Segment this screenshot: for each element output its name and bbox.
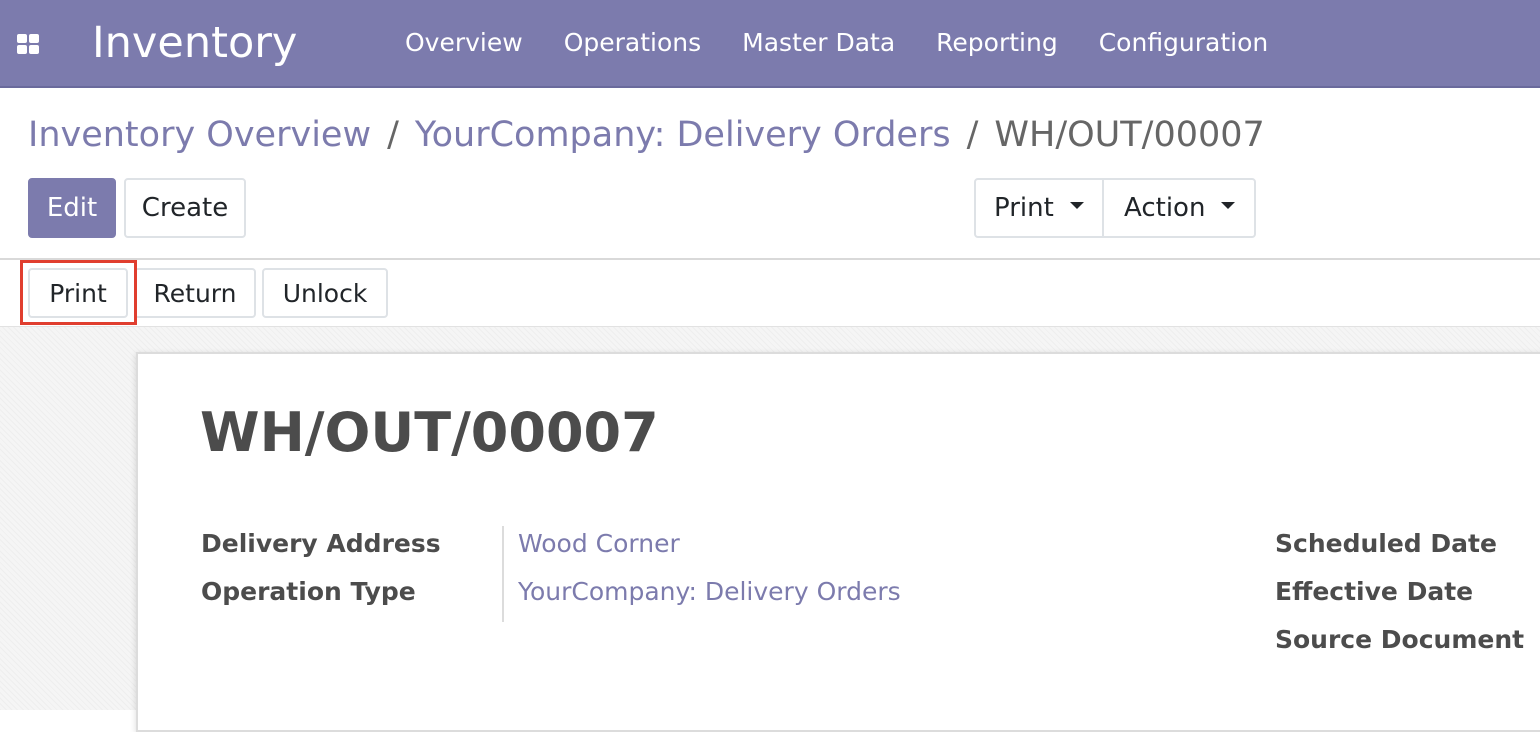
print-dropdown[interactable]: Print: [976, 180, 1104, 236]
create-button[interactable]: Create: [124, 178, 246, 238]
caret-down-icon: [1221, 201, 1236, 209]
unlock-button[interactable]: Unlock: [262, 268, 388, 318]
menu-operations[interactable]: Operations: [564, 25, 701, 61]
main-menu: Overview Operations Master Data Reportin…: [405, 25, 1309, 61]
scheduled-date-label: Scheduled Date: [1275, 529, 1497, 558]
delivery-address-link[interactable]: Wood Corner: [518, 528, 680, 560]
menu-reporting[interactable]: Reporting: [936, 25, 1058, 61]
print-button-highlight: [20, 260, 137, 325]
menu-configuration[interactable]: Configuration: [1099, 25, 1269, 61]
apps-grid-icon[interactable]: [17, 34, 39, 54]
breadcrumb-separator: /: [387, 115, 399, 155]
menu-master-data[interactable]: Master Data: [742, 25, 895, 61]
caret-down-icon: [1069, 201, 1084, 209]
app-title[interactable]: Inventory: [92, 14, 297, 72]
control-panel-divider: [0, 258, 1540, 260]
edit-button[interactable]: Edit: [28, 178, 116, 238]
field-divider: [502, 526, 504, 622]
effective-date-label: Effective Date: [1275, 577, 1474, 606]
breadcrumb-current: WH/OUT/00007: [994, 115, 1265, 155]
operation-type-label: Operation Type: [201, 577, 416, 606]
breadcrumb-delivery-orders[interactable]: YourCompany: Delivery Orders: [415, 112, 951, 158]
operation-type-link[interactable]: YourCompany: Delivery Orders: [518, 576, 901, 608]
menu-overview[interactable]: Overview: [405, 25, 523, 61]
action-dropdown-label: Action: [1124, 193, 1206, 223]
action-button-group: Print Action: [974, 178, 1256, 238]
action-dropdown[interactable]: Action: [1104, 180, 1254, 236]
source-document-label: Source Document: [1275, 625, 1525, 654]
breadcrumb-inventory-overview[interactable]: Inventory Overview: [28, 112, 371, 158]
delivery-address-label: Delivery Address: [201, 529, 441, 558]
top-navbar: Inventory Overview Operations Master Dat…: [0, 0, 1540, 88]
return-button[interactable]: Return: [134, 268, 256, 318]
print-dropdown-label: Print: [994, 193, 1054, 223]
document-title: WH/OUT/00007: [200, 401, 659, 464]
breadcrumb: Inventory Overview / YourCompany: Delive…: [28, 112, 1265, 158]
breadcrumb-separator: /: [966, 115, 979, 155]
